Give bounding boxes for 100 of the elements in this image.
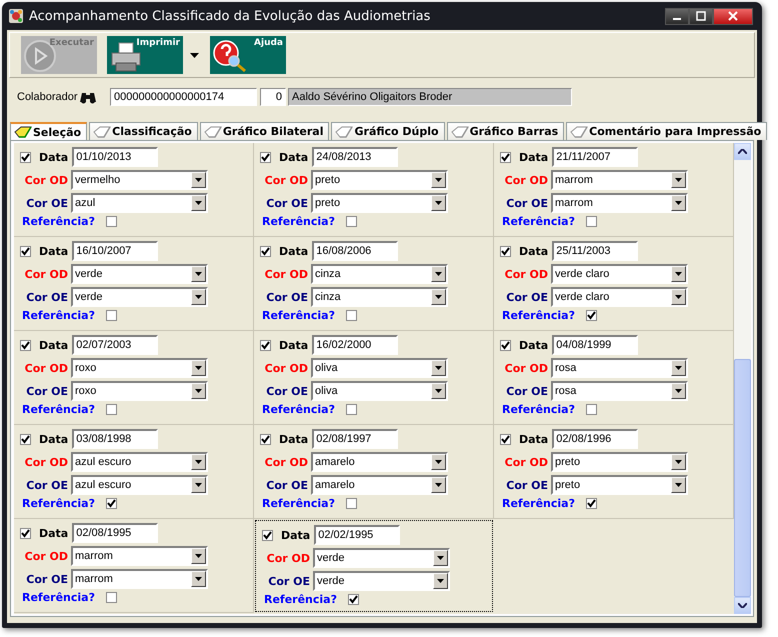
- dropdown-arrow-button[interactable]: [671, 195, 686, 211]
- date-field[interactable]: 04/08/1999: [552, 335, 638, 355]
- record-card[interactable]: Data 04/08/1999 Cor OD rosa Cor OE rosa Referência?: [494, 331, 734, 425]
- od-color-dropdown[interactable]: marrom: [71, 546, 208, 566]
- date-field[interactable]: 02/02/1995: [314, 525, 400, 545]
- reference-checkbox[interactable]: [346, 216, 357, 226]
- od-color-dropdown[interactable]: verde: [313, 548, 450, 568]
- dropdown-arrow-button[interactable]: [191, 571, 206, 587]
- reference-checkbox[interactable]: [346, 498, 357, 508]
- dropdown-arrow-button[interactable]: [191, 454, 206, 470]
- reference-checkbox[interactable]: [348, 594, 359, 604]
- dropdown-arrow-button[interactable]: [191, 289, 206, 305]
- od-color-dropdown[interactable]: azul escuro: [71, 452, 208, 472]
- od-color-dropdown[interactable]: marrom: [551, 170, 688, 190]
- record-card[interactable]: Data 16/08/2006 Cor OD cinza Cor OE cinza Referência?: [254, 237, 494, 331]
- close-button[interactable]: [713, 8, 753, 24]
- od-color-dropdown[interactable]: oliva: [311, 358, 448, 378]
- dropdown-arrow-button[interactable]: [431, 454, 446, 470]
- od-color-dropdown[interactable]: amarelo: [311, 452, 448, 472]
- record-card[interactable]: Data 24/08/2013 Cor OD preto Cor OE preto Referência?: [254, 143, 494, 237]
- dropdown-arrow-button[interactable]: [191, 548, 206, 564]
- toolbar-button[interactable]: Ajuda: [210, 36, 286, 74]
- od-color-dropdown[interactable]: verde: [71, 264, 208, 284]
- tab[interactable]: Gráfico Dúplo: [331, 122, 445, 140]
- dropdown-arrow-button[interactable]: [191, 195, 206, 211]
- od-color-dropdown[interactable]: preto: [311, 170, 448, 190]
- checkbox[interactable]: [500, 434, 511, 444]
- record-card[interactable]: Data 16/10/2007 Cor OD verde Cor OE verde Referência?: [14, 237, 254, 331]
- checkbox[interactable]: [20, 528, 31, 538]
- date-field[interactable]: 01/10/2013: [72, 147, 158, 167]
- dropdown-arrow-button[interactable]: [431, 289, 446, 305]
- oe-color-dropdown[interactable]: azul: [71, 193, 208, 213]
- checkbox[interactable]: [260, 152, 271, 162]
- date-field[interactable]: 24/08/2013: [312, 147, 398, 167]
- tab[interactable]: Gráfico Barras: [446, 122, 564, 140]
- oe-color-dropdown[interactable]: verde: [313, 571, 450, 591]
- scroll-down-button[interactable]: [734, 597, 751, 614]
- oe-color-dropdown[interactable]: preto: [311, 193, 448, 213]
- checkbox[interactable]: [260, 246, 271, 256]
- tab[interactable]: Classificação: [89, 122, 198, 140]
- oe-color-dropdown[interactable]: marrom: [551, 193, 688, 213]
- date-field[interactable]: 02/08/1995: [72, 523, 158, 543]
- tab[interactable]: Gráfico Bilateral: [200, 122, 330, 140]
- date-field[interactable]: 21/11/2007: [552, 147, 638, 167]
- reference-checkbox[interactable]: [586, 498, 597, 508]
- checkbox[interactable]: [20, 434, 31, 444]
- reference-checkbox[interactable]: [346, 404, 357, 414]
- date-field[interactable]: 02/08/1997: [312, 429, 398, 449]
- date-field[interactable]: 25/11/2003: [552, 241, 638, 261]
- date-field[interactable]: 16/08/2006: [312, 241, 398, 261]
- checkbox[interactable]: [260, 434, 271, 444]
- dropdown-arrow-button[interactable]: [191, 383, 206, 399]
- oe-color-dropdown[interactable]: verde: [71, 287, 208, 307]
- checkbox[interactable]: [20, 152, 31, 162]
- dropdown-arrow-button[interactable]: [191, 477, 206, 493]
- oe-color-dropdown[interactable]: roxo: [71, 381, 208, 401]
- record-card[interactable]: Data 21/11/2007 Cor OD marrom Cor OE marrom Referência?: [494, 143, 734, 237]
- dropdown-arrow-button[interactable]: [431, 477, 446, 493]
- checkbox[interactable]: [500, 340, 511, 350]
- checkbox[interactable]: [262, 530, 273, 540]
- code-field[interactable]: 000000000000000174: [110, 88, 257, 106]
- dropdown-arrow-button[interactable]: [671, 266, 686, 282]
- oe-color-dropdown[interactable]: rosa: [551, 381, 688, 401]
- dropdown-arrow-button[interactable]: [671, 383, 686, 399]
- oe-color-dropdown[interactable]: cinza: [311, 287, 448, 307]
- oe-color-dropdown[interactable]: amarelo: [311, 475, 448, 495]
- od-color-dropdown[interactable]: roxo: [71, 358, 208, 378]
- record-card[interactable]: Data 03/08/1998 Cor OD azul escuro Cor OE azul escuro Referência?: [14, 425, 254, 519]
- scroll-up-button[interactable]: [734, 143, 751, 160]
- maximize-button[interactable]: [689, 8, 713, 24]
- caret-icon[interactable]: [190, 52, 199, 58]
- dropdown-arrow-button[interactable]: [671, 454, 686, 470]
- reference-checkbox[interactable]: [106, 498, 117, 508]
- reference-checkbox[interactable]: [106, 216, 117, 226]
- od-color-dropdown[interactable]: preto: [551, 452, 688, 472]
- reference-checkbox[interactable]: [106, 404, 117, 414]
- dropdown-arrow-button[interactable]: [191, 266, 206, 282]
- dropdown-arrow-button[interactable]: [671, 477, 686, 493]
- od-color-dropdown[interactable]: cinza: [311, 264, 448, 284]
- date-field[interactable]: 02/08/1996: [552, 429, 638, 449]
- od-color-dropdown[interactable]: verde claro: [551, 264, 688, 284]
- reference-checkbox[interactable]: [106, 592, 117, 602]
- dropdown-arrow-button[interactable]: [191, 172, 206, 188]
- dropdown-arrow-button[interactable]: [433, 573, 448, 589]
- scroll-thumb[interactable]: [734, 359, 751, 597]
- oe-color-dropdown[interactable]: verde claro: [551, 287, 688, 307]
- record-card[interactable]: Data 02/08/1997 Cor OD amarelo Cor OE amarelo Referência?: [254, 425, 494, 519]
- reference-checkbox[interactable]: [586, 404, 597, 414]
- tab[interactable]: Seleção: [10, 122, 88, 140]
- reference-checkbox[interactable]: [106, 310, 117, 320]
- reference-checkbox[interactable]: [586, 310, 597, 320]
- binoculars-icon[interactable]: [80, 90, 96, 104]
- date-field[interactable]: 16/10/2007: [72, 241, 158, 261]
- checkbox[interactable]: [20, 246, 31, 256]
- oe-color-dropdown[interactable]: preto: [551, 475, 688, 495]
- checkbox[interactable]: [500, 152, 511, 162]
- dropdown-arrow-button[interactable]: [671, 172, 686, 188]
- toolbar-button[interactable]: Imprimir: [107, 36, 183, 74]
- dropdown-arrow-button[interactable]: [191, 360, 206, 376]
- record-card[interactable]: Data 02/02/1995 Cor OD verde Cor OE verde Referência?: [255, 520, 493, 612]
